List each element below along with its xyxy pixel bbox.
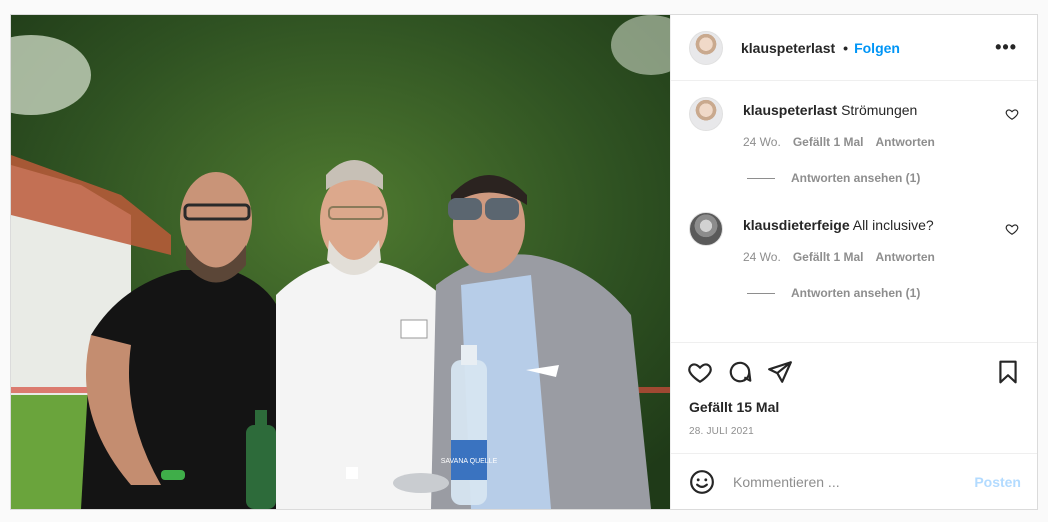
author-avatar[interactable] — [689, 30, 723, 65]
replies-divider — [747, 177, 775, 179]
view-replies-button[interactable]: Antworten ansehen (1) — [747, 171, 1021, 185]
likes-count[interactable]: Gefällt 15 Mal — [671, 399, 1037, 415]
comment-avatar[interactable] — [689, 212, 723, 246]
follow-button[interactable]: Folgen — [854, 40, 900, 56]
author-username[interactable]: klauspeterlast — [741, 40, 835, 56]
emoji-icon[interactable] — [689, 469, 715, 495]
comment-item: klauspeterlast Strömungen 24 Wo. Gefällt… — [689, 97, 1021, 185]
comment-avatar[interactable] — [689, 97, 723, 131]
post-sidebar: klauspeterlast • Folgen ••• klauspeterla… — [670, 15, 1037, 509]
share-icon[interactable] — [767, 359, 793, 385]
separator-dot: • — [843, 39, 849, 56]
comment-age[interactable]: 24 Wo. — [743, 135, 781, 149]
comment-like-heart-icon[interactable] — [1005, 107, 1019, 121]
more-options-icon[interactable]: ••• — [991, 37, 1021, 58]
comment-text: Strömungen — [841, 102, 918, 118]
heart-icon[interactable] — [687, 359, 713, 385]
comment-text-line: klausdieterfeige All inclusive? — [743, 216, 1021, 234]
comments-list: klauspeterlast Strömungen 24 Wo. Gefällt… — [671, 81, 1037, 343]
post-photo[interactable]: SAVANA QUELLE — [11, 15, 670, 509]
view-replies-label: Antworten ansehen (1) — [791, 286, 921, 300]
post-header: klauspeterlast • Folgen ••• — [671, 15, 1037, 81]
comment-input[interactable] — [731, 472, 975, 491]
comment-meta: 24 Wo. Gefällt 1 Mal Antworten — [743, 135, 1021, 149]
comment-likes[interactable]: Gefällt 1 Mal — [793, 135, 864, 149]
post-comment-button[interactable]: Posten — [974, 474, 1021, 490]
post-card: SAVANA QUELLE klauspeterlast • Folgen ••… — [10, 14, 1038, 510]
comment-like-heart-icon[interactable] — [1005, 222, 1019, 236]
comment-meta: 24 Wo. Gefällt 1 Mal Antworten — [743, 250, 1021, 264]
comment-item: klausdieterfeige All inclusive? 24 Wo. G… — [689, 212, 1021, 300]
comment-age[interactable]: 24 Wo. — [743, 250, 781, 264]
reply-button[interactable]: Antworten — [876, 135, 935, 149]
view-replies-label: Antworten ansehen (1) — [791, 171, 921, 185]
view-replies-button[interactable]: Antworten ansehen (1) — [747, 286, 1021, 300]
comment-username[interactable]: klausdieterfeige — [743, 217, 850, 233]
bookmark-icon[interactable] — [995, 359, 1021, 385]
comment-username[interactable]: klauspeterlast — [743, 102, 837, 118]
reply-button[interactable]: Antworten — [876, 250, 935, 264]
comment-text-line: klauspeterlast Strömungen — [743, 101, 1021, 119]
comment-likes[interactable]: Gefällt 1 Mal — [793, 250, 864, 264]
action-bar — [671, 343, 1037, 401]
comment-icon[interactable] — [727, 359, 753, 385]
photo-of-three-men-icon: SAVANA QUELLE — [11, 15, 670, 509]
post-date[interactable]: 28. Juli 2021 — [671, 426, 1037, 437]
replies-divider — [747, 292, 775, 294]
add-comment-bar: Posten — [671, 453, 1037, 509]
bottle-label: SAVANA QUELLE — [441, 458, 498, 465]
comment-text: All inclusive? — [852, 217, 934, 233]
